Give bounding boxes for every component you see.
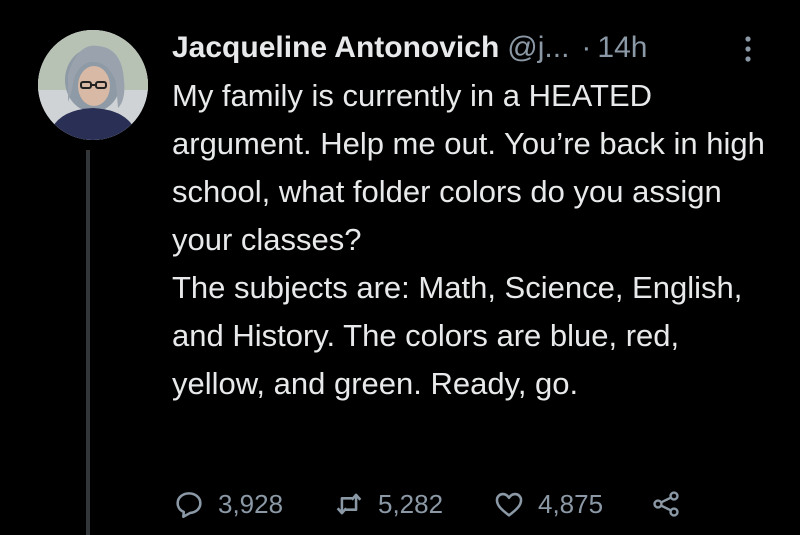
thread-line bbox=[86, 150, 90, 535]
reply-count: 3,928 bbox=[218, 488, 284, 519]
like-count: 4,875 bbox=[538, 488, 604, 519]
share-button[interactable] bbox=[650, 484, 682, 524]
more-vertical-icon[interactable] bbox=[742, 34, 754, 64]
reply-button[interactable]: 3,928 bbox=[172, 484, 283, 524]
reply-icon bbox=[172, 487, 206, 521]
tweet-actions: 3,928 5,282 4,875 bbox=[172, 484, 772, 524]
display-name[interactable]: Jacqueline Antonovich bbox=[172, 31, 499, 64]
timestamp[interactable]: 14h bbox=[597, 31, 647, 64]
avatar[interactable] bbox=[38, 30, 148, 140]
retweet-icon bbox=[332, 487, 366, 521]
tweet-paragraph: The subjects are: Math, Science, English… bbox=[172, 270, 743, 401]
retweet-count: 5,282 bbox=[378, 488, 444, 519]
tweet-paragraph: My family is currently in a HEATED argum… bbox=[172, 78, 765, 257]
tweet[interactable]: Jacqueline Antonovich @j... · 14h My family… bbox=[0, 0, 800, 535]
heart-icon bbox=[492, 487, 526, 521]
retweet-button[interactable]: 5,282 bbox=[332, 484, 443, 524]
tweet-header: Jacqueline Antonovich @j... · 14h bbox=[172, 28, 782, 68]
tweet-text: My family is currently in a HEATED argum… bbox=[172, 72, 772, 408]
like-button[interactable]: 4,875 bbox=[492, 484, 603, 524]
separator-dot: · bbox=[581, 31, 592, 64]
share-icon bbox=[650, 488, 682, 520]
user-handle[interactable]: @j... bbox=[507, 31, 569, 64]
